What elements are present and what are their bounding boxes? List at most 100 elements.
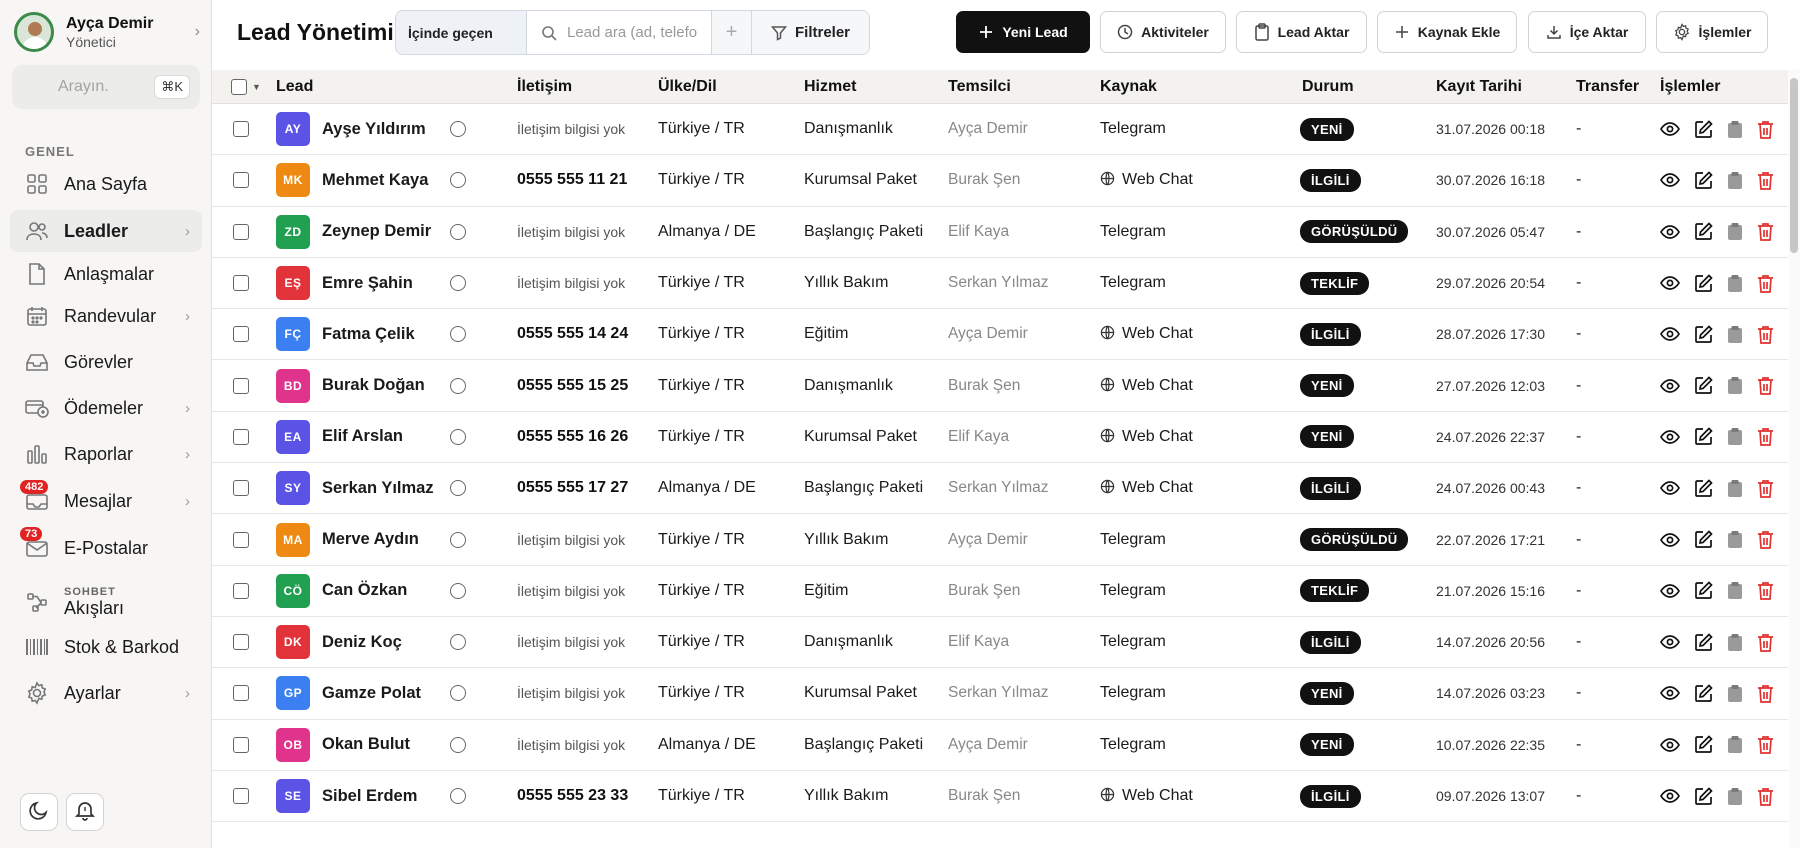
view-icon[interactable]: [1660, 685, 1680, 701]
filter-mode-select[interactable]: İçinde geçen: [396, 11, 527, 54]
lead-name[interactable]: Merve Aydın: [322, 530, 419, 549]
edit-icon[interactable]: [1694, 427, 1713, 446]
column-header-service[interactable]: Hizmet: [804, 78, 856, 96]
lead-name[interactable]: Can Özkan: [322, 581, 407, 600]
clipboard-icon[interactable]: [1727, 325, 1743, 344]
view-icon[interactable]: [1660, 634, 1680, 650]
lead-status-toggle[interactable]: [430, 207, 466, 257]
lead-name[interactable]: Serkan Yılmaz: [322, 479, 434, 498]
profile-menu[interactable]: Ayça Demir Yönetici ›: [14, 10, 200, 54]
sidebar-item-settings[interactable]: Ayarlar ›: [10, 672, 202, 714]
row-checkbox[interactable]: [233, 788, 249, 804]
view-icon[interactable]: [1660, 480, 1680, 496]
row-checkbox[interactable]: [233, 634, 249, 651]
lead-status-toggle[interactable]: [430, 309, 466, 359]
lead-status-toggle[interactable]: [430, 360, 466, 410]
edit-icon[interactable]: [1694, 684, 1713, 703]
edit-icon[interactable]: [1694, 479, 1713, 498]
trash-icon[interactable]: [1757, 427, 1774, 447]
operations-button[interactable]: İşlemler: [1656, 11, 1768, 53]
view-icon[interactable]: [1660, 275, 1680, 291]
lead-name[interactable]: Sibel Erdem: [322, 787, 417, 806]
trash-icon[interactable]: [1757, 684, 1774, 703]
clipboard-icon[interactable]: [1727, 376, 1743, 395]
row-checkbox[interactable]: [233, 428, 249, 445]
trash-icon[interactable]: [1757, 633, 1774, 652]
edit-icon[interactable]: [1694, 273, 1713, 293]
row-checkbox[interactable]: [233, 172, 249, 189]
sidebar-item-emails[interactable]: 73 E-Postalar: [10, 527, 202, 569]
table-row[interactable]: SY Serkan Yılmaz 0555 555 17 27 Almanya …: [212, 463, 1788, 515]
select-all-checkbox[interactable]: [231, 78, 247, 95]
sidebar-search[interactable]: Arayın. ⌘K: [12, 65, 200, 109]
lead-name[interactable]: Burak Doğan: [322, 376, 425, 395]
lead-status-toggle[interactable]: [430, 514, 466, 564]
column-header-transfer[interactable]: Transfer: [1576, 78, 1639, 96]
view-icon[interactable]: [1660, 121, 1680, 137]
view-icon[interactable]: [1660, 583, 1680, 599]
row-checkbox[interactable]: [233, 275, 249, 292]
lead-name[interactable]: Zeynep Demir: [322, 222, 431, 241]
sidebar-item-reports[interactable]: Raporlar ›: [10, 433, 202, 475]
table-row[interactable]: ZD Zeynep Demir İletişim bilgisi yok Alm…: [212, 207, 1788, 258]
lead-name[interactable]: Gamze Polat: [322, 684, 421, 703]
lead-status-toggle[interactable]: [430, 771, 466, 821]
clipboard-icon[interactable]: [1727, 479, 1743, 498]
edit-icon[interactable]: [1694, 530, 1713, 549]
sidebar-item-stock-barcode[interactable]: Stok & Barkod: [10, 626, 202, 668]
clipboard-icon[interactable]: [1727, 120, 1743, 139]
view-icon[interactable]: [1660, 172, 1680, 188]
view-icon[interactable]: [1660, 788, 1680, 804]
view-icon[interactable]: [1660, 326, 1680, 342]
column-header-source[interactable]: Kaynak: [1100, 78, 1157, 96]
view-icon[interactable]: [1660, 378, 1680, 394]
table-row[interactable]: MK Mehmet Kaya 0555 555 11 21 Türkiye / …: [212, 155, 1788, 207]
sidebar-item-chat-flows[interactable]: SOHBET Akışları: [10, 579, 202, 625]
table-row[interactable]: MA Merve Aydın İletişim bilgisi yok Türk…: [212, 514, 1788, 566]
add-filter-button[interactable]: +: [712, 11, 752, 54]
edit-icon[interactable]: [1694, 735, 1713, 754]
column-header-lead[interactable]: Lead: [276, 78, 313, 96]
table-row[interactable]: EA Elif Arslan 0555 555 16 26 Türkiye / …: [212, 412, 1788, 464]
edit-icon[interactable]: [1694, 376, 1713, 395]
trash-icon[interactable]: [1757, 581, 1774, 601]
lead-status-toggle[interactable]: [430, 258, 466, 308]
lead-name[interactable]: Deniz Koç: [322, 633, 402, 652]
view-icon[interactable]: [1660, 224, 1680, 240]
trash-icon[interactable]: [1757, 479, 1774, 498]
table-row[interactable]: EŞ Emre Şahin İletişim bilgisi yok Türki…: [212, 258, 1788, 310]
sidebar-item-home[interactable]: Ana Sayfa: [10, 163, 202, 205]
trash-icon[interactable]: [1757, 274, 1774, 293]
row-checkbox[interactable]: [233, 736, 249, 753]
table-row[interactable]: OB Okan Bulut İletişim bilgisi yok Alman…: [212, 720, 1788, 771]
clipboard-icon[interactable]: [1727, 581, 1743, 600]
edit-icon[interactable]: [1694, 581, 1713, 600]
clipboard-icon[interactable]: [1727, 222, 1743, 241]
sidebar-item-leads[interactable]: Leadler ›: [10, 210, 202, 252]
column-header-rep[interactable]: Temsilci: [948, 78, 1011, 96]
edit-icon[interactable]: [1694, 171, 1713, 190]
lead-status-toggle[interactable]: [430, 155, 466, 205]
column-header-contact[interactable]: İletişim: [517, 78, 572, 96]
table-row[interactable]: GP Gamze Polat İletişim bilgisi yok Türk…: [212, 668, 1788, 720]
row-checkbox[interactable]: [233, 326, 249, 343]
edit-icon[interactable]: [1694, 325, 1713, 344]
clipboard-icon[interactable]: [1727, 633, 1743, 652]
sidebar-item-payments[interactable]: Ödemeler ›: [10, 387, 202, 429]
clipboard-icon[interactable]: [1727, 684, 1743, 703]
lead-status-toggle[interactable]: [430, 463, 466, 513]
row-checkbox[interactable]: [233, 582, 249, 599]
new-lead-button[interactable]: Yeni Lead: [956, 11, 1090, 53]
clipboard-icon[interactable]: [1727, 171, 1743, 190]
table-row[interactable]: CÖ Can Özkan İletişim bilgisi yok Türkiy…: [212, 566, 1788, 617]
trash-icon[interactable]: [1757, 787, 1774, 806]
trash-icon[interactable]: [1757, 735, 1774, 755]
row-checkbox[interactable]: [233, 480, 249, 497]
lead-name[interactable]: Elif Arslan: [322, 427, 403, 446]
lead-name[interactable]: Okan Bulut: [322, 735, 410, 754]
lead-name[interactable]: Mehmet Kaya: [322, 171, 428, 190]
lead-status-toggle[interactable]: [430, 412, 466, 462]
select-all[interactable]: ▼: [231, 70, 261, 103]
trash-icon[interactable]: [1757, 325, 1774, 344]
add-source-button[interactable]: Kaynak Ekle: [1377, 11, 1517, 53]
